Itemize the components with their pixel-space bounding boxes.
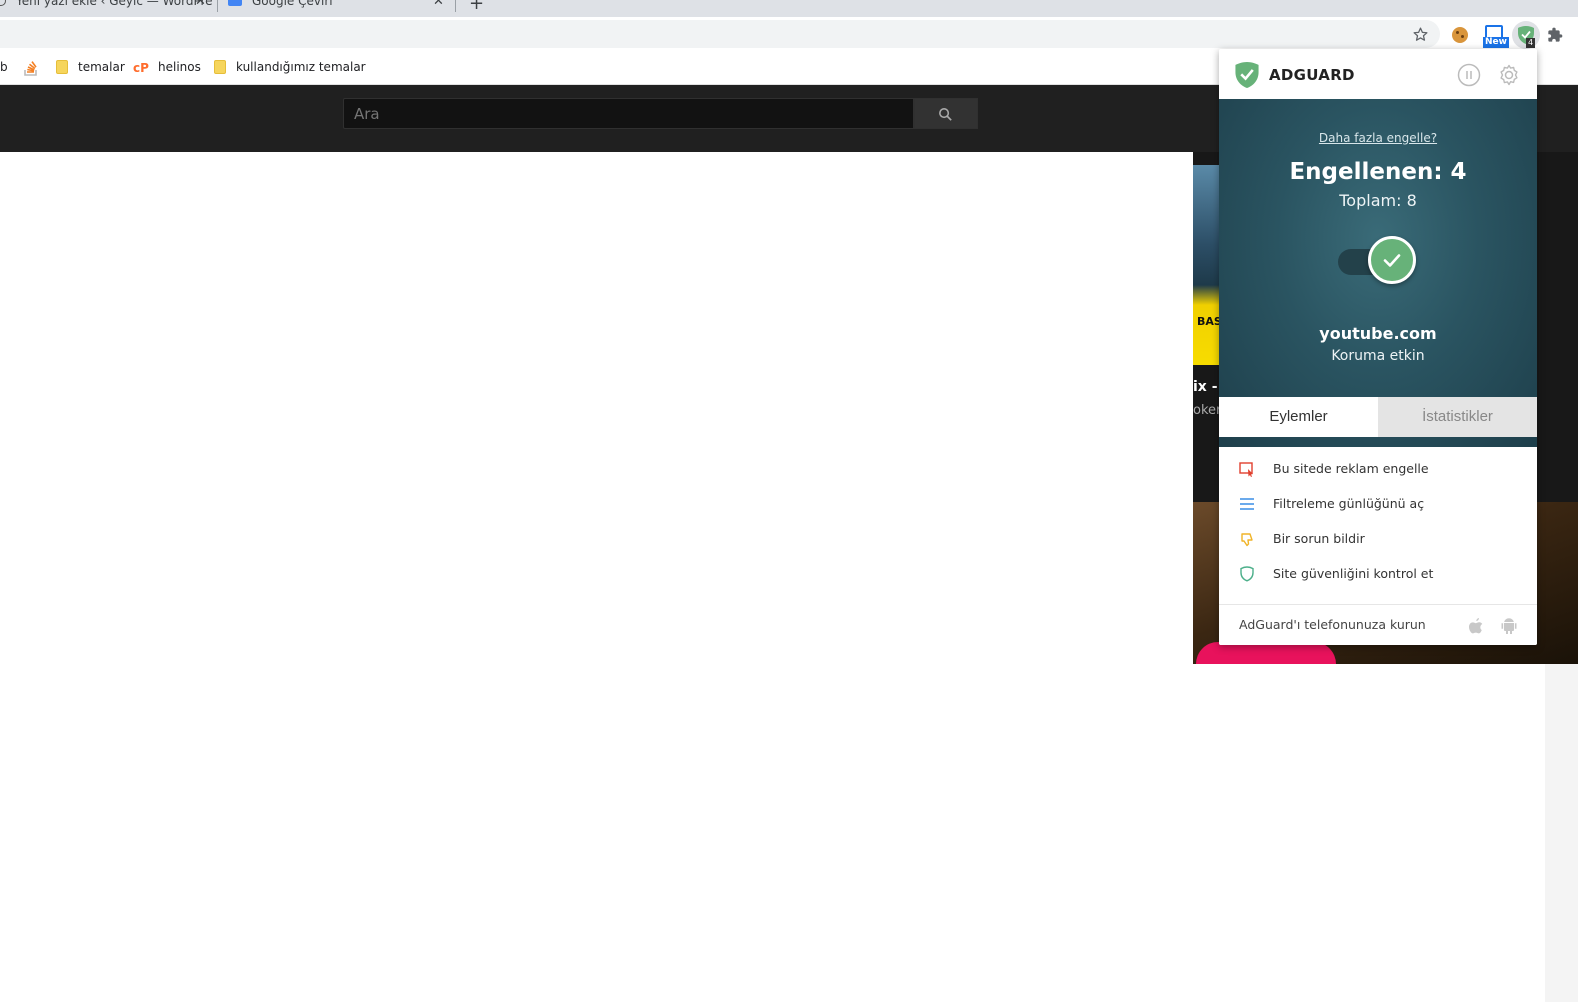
puzzle-icon[interactable] xyxy=(1547,27,1563,43)
bookmark-folder-kullandigimiz-temalar[interactable]: kullandığımız temalar xyxy=(236,60,366,74)
cookie-extension-icon[interactable] xyxy=(1452,27,1468,43)
pause-icon[interactable] xyxy=(1457,63,1481,87)
tab-title: Google Çeviri xyxy=(252,0,333,8)
total-count: Toplam: 8 xyxy=(1339,191,1417,210)
svg-text:cP: cP xyxy=(133,61,149,73)
new-badge: New xyxy=(1483,37,1509,48)
wordpress-tab-icon xyxy=(0,0,6,6)
adguard-brand: ADGUARD xyxy=(1269,66,1355,84)
bookmark-folder-temalar[interactable]: temalar xyxy=(78,60,125,74)
scroll-area xyxy=(1545,664,1578,1002)
stackoverflow-icon[interactable] xyxy=(24,60,38,76)
action-label: Bu sitede reklam engelle xyxy=(1273,461,1429,476)
toolbar: New 4 xyxy=(0,17,1578,51)
close-tab-icon[interactable]: ✕ xyxy=(195,0,206,9)
action-label: Bir sorun bildir xyxy=(1273,531,1365,546)
thumbs-down-icon xyxy=(1241,533,1253,547)
shield-icon xyxy=(1240,566,1254,582)
thumbnail-text: BAS xyxy=(1197,315,1221,328)
tab-google-translate[interactable]: Google Çeviri ✕ xyxy=(218,0,454,17)
bookmark-helinos[interactable]: helinos xyxy=(158,60,201,74)
android-icon[interactable] xyxy=(1500,616,1518,636)
tab-strip: Yeni yazı ekle ‹ Geyic — WordPre ✕ Googl… xyxy=(0,0,1578,17)
bookmark-item[interactable]: b xyxy=(0,60,8,74)
install-mobile-footer: AdGuard'ı telefonunuza kurun xyxy=(1219,604,1537,645)
video-title[interactable]: ix - xyxy=(1193,379,1218,395)
list-icon xyxy=(1240,498,1254,510)
main-content xyxy=(0,152,1193,1002)
adguard-header: ADGUARD xyxy=(1219,49,1537,99)
action-label: Site güvenliğini kontrol et xyxy=(1273,566,1434,581)
new-tab-button[interactable]: + xyxy=(469,0,484,14)
action-label: Filtreleme günlüğünü aç xyxy=(1273,496,1425,511)
adguard-extension-button[interactable]: 4 xyxy=(1512,21,1540,49)
search-box[interactable] xyxy=(343,98,914,129)
site-domain: youtube.com xyxy=(1319,324,1437,343)
news-extension-icon[interactable]: New xyxy=(1483,25,1509,49)
action-report-issue[interactable]: Bir sorun bildir xyxy=(1219,521,1537,556)
adguard-logo-icon xyxy=(1235,62,1259,88)
install-mobile-link[interactable]: AdGuard'ı telefonunuza kurun xyxy=(1239,617,1426,632)
action-filter-log[interactable]: Filtreleme günlüğünü aç xyxy=(1219,486,1537,521)
protection-toggle-knob[interactable] xyxy=(1368,236,1416,284)
apple-icon[interactable] xyxy=(1467,616,1485,636)
tab-actions[interactable]: Eylemler xyxy=(1219,397,1378,437)
google-translate-icon xyxy=(228,0,242,6)
star-icon[interactable] xyxy=(1412,26,1429,43)
search-button[interactable] xyxy=(914,98,978,129)
close-tab-icon[interactable]: ✕ xyxy=(433,0,444,9)
folder-icon xyxy=(214,60,226,74)
search-input[interactable] xyxy=(344,99,913,128)
search-icon xyxy=(939,108,952,121)
adguard-popup: ADGUARD Daha fazla engelle? Engellenen: … xyxy=(1219,49,1537,645)
blocked-count-badge: 4 xyxy=(1526,38,1536,48)
tab-wordpress[interactable]: Yeni yazı ekle ‹ Geyic — WordPre ✕ xyxy=(0,0,215,17)
block-more-link[interactable]: Daha fazla engelle? xyxy=(1219,131,1537,145)
tab-statistics[interactable]: İstatistikler xyxy=(1378,397,1537,437)
action-block-ads[interactable]: Bu sitede reklam engelle xyxy=(1219,451,1537,486)
tab-title: Yeni yazı ekle ‹ Geyic — WordPre xyxy=(16,0,213,8)
content-area xyxy=(1193,664,1545,1002)
cpanel-icon: cP xyxy=(133,61,149,73)
gear-icon[interactable] xyxy=(1497,63,1521,87)
adguard-tabs: Eylemler İstatistikler xyxy=(1219,397,1537,437)
check-icon xyxy=(1383,254,1401,267)
folder-icon xyxy=(56,60,68,74)
video-thumbnail[interactable]: BAS xyxy=(1193,165,1221,365)
blocked-count: Engellenen: 4 xyxy=(1289,159,1467,185)
protection-status: Koruma etkin xyxy=(1331,348,1425,364)
tab-separator xyxy=(455,0,456,12)
address-bar[interactable] xyxy=(0,20,1440,48)
protection-panel: Daha fazla engelle? Engellenen: 4 Toplam… xyxy=(1219,99,1537,447)
thumbnail-graphic xyxy=(1196,642,1336,664)
action-site-security[interactable]: Site güvenliğini kontrol et xyxy=(1219,556,1537,591)
block-element-icon xyxy=(1239,462,1253,477)
